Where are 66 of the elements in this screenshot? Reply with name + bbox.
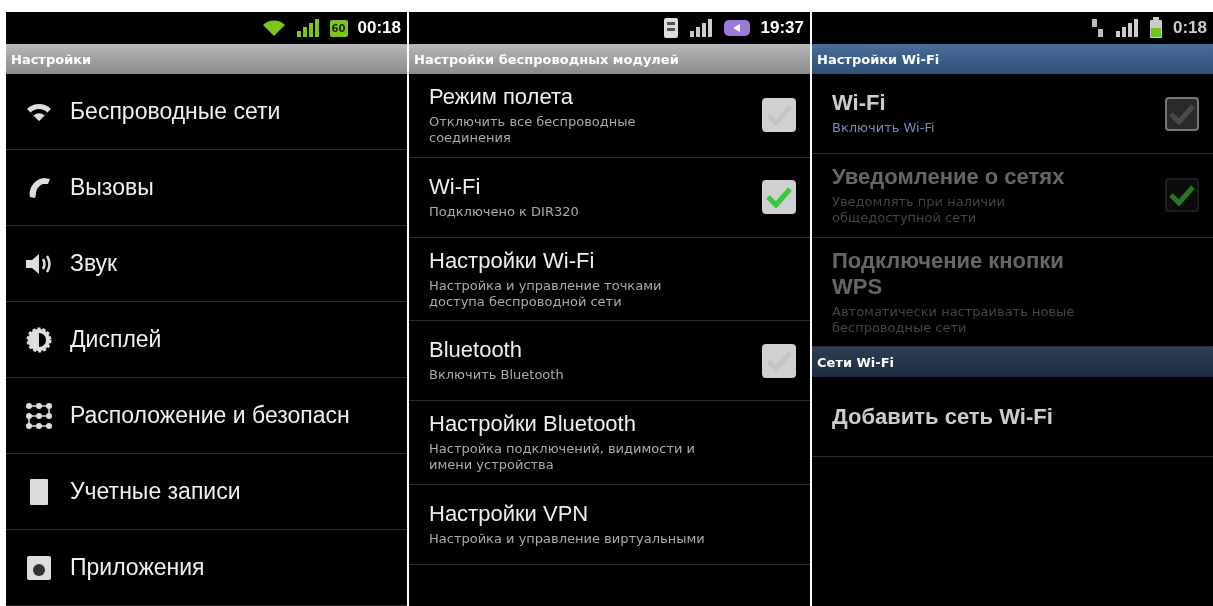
wifi-icon <box>26 101 52 122</box>
item-title: Настройки VPN <box>429 500 590 527</box>
battery-level: 60 <box>329 19 348 37</box>
device-card-icon <box>28 477 50 506</box>
item-title: Добавить сеть Wi-Fi <box>832 403 1054 430</box>
item-title: Звук <box>70 250 118 277</box>
signal-icon <box>688 18 713 38</box>
preference-item[interactable]: Wi-Fi Подключено к DIR320 <box>409 157 810 238</box>
item-title: Дисплей <box>70 326 162 353</box>
data-icon <box>1090 18 1105 38</box>
item-summary: Подключено к DIR320 <box>429 203 580 221</box>
section-title: Сети Wi-Fi <box>817 354 895 370</box>
preference-item[interactable]: Режим полета Отключить все беспроводные соединения <box>409 74 810 158</box>
item-title: Учетные записи <box>70 478 241 505</box>
item-title: Wi-Fi <box>429 173 482 200</box>
speaker-icon <box>25 252 53 275</box>
checkbox[interactable] <box>1165 96 1199 131</box>
settings-item[interactable]: Звук <box>6 226 407 302</box>
item-summary: Включить Wi-Fi <box>832 120 936 137</box>
checkbox[interactable] <box>762 343 796 378</box>
battery-icon <box>722 18 751 38</box>
screen-title: Настройки <box>11 51 92 67</box>
wifi-icon <box>261 19 286 37</box>
clock-time: 19:37 <box>760 18 804 38</box>
preference-item[interactable]: Настройки Bluetooth Настройка подключений, видимости и имени устройства <box>409 401 810 485</box>
item-summary: Уведомлять при наличии общедоступной сети <box>832 194 1006 227</box>
screen-title: Настройки беспроводных модулей <box>414 51 679 67</box>
battery-icon <box>1148 17 1163 39</box>
item-title: Wi-Fi <box>832 90 887 117</box>
grid-dots-icon <box>26 402 52 429</box>
item-title: Расположение и безопасн <box>70 402 350 429</box>
settings-item[interactable]: Учетные записи <box>6 454 407 530</box>
settings-item[interactable]: Приложения <box>6 530 407 606</box>
screen-title: Настройки Wi-Fi <box>817 51 940 67</box>
signal-icon <box>1114 18 1139 38</box>
preference-item[interactable]: Wi-Fi Включить Wi-Fi <box>812 74 1213 154</box>
checkbox[interactable] <box>762 180 796 214</box>
item-title: Подключение кнопки WPS <box>832 247 1065 300</box>
preference-item[interactable]: Добавить сеть Wi-Fi <box>812 377 1213 457</box>
item-summary: Отключить все беспроводные соединения <box>429 114 637 147</box>
item-title: Настройки Bluetooth <box>429 411 637 437</box>
preference-item[interactable]: Настройки VPN Настройка и управление виртуальными <box>409 484 810 565</box>
item-title: Настройки Wi-Fi <box>429 247 596 274</box>
item-title: Беспроводные сети <box>70 98 281 125</box>
settings-item[interactable]: Вызовы <box>6 150 407 226</box>
checkbox[interactable] <box>762 98 796 133</box>
item-title: Bluetooth <box>429 337 523 364</box>
item-summary: Настройка и управление точками доступа беспроводной сети <box>429 277 663 310</box>
signal-icon <box>295 18 320 38</box>
item-title: Вызовы <box>70 174 154 201</box>
clock-time: 0:18 <box>1172 18 1207 38</box>
settings-item[interactable]: Дисплей <box>6 302 407 378</box>
item-title: Приложения <box>70 554 205 581</box>
sim-card-icon <box>662 17 679 39</box>
clock-time: 00:18 <box>357 18 401 38</box>
item-summary: Автоматически настраивать новые беспроводные сети <box>832 303 1076 336</box>
settings-item[interactable]: Расположение и безопасн <box>6 378 407 454</box>
preference-item[interactable]: Bluetooth Включить Bluetooth <box>409 321 810 401</box>
item-summary: Настройка подключений, видимости и имени устройства <box>429 441 696 474</box>
settings-item[interactable]: Беспроводные сети <box>6 74 407 150</box>
item-summary: Включить Bluetooth <box>429 367 565 384</box>
item-title: Уведомление о сетях <box>832 164 1066 190</box>
preference-item[interactable]: Настройки Wi-Fi Настройка и управление точками доступа беспроводной сети <box>409 237 810 321</box>
item-title: Режим полета <box>429 84 574 110</box>
brightness-icon <box>26 326 52 353</box>
item-summary: Настройка и управление виртуальными <box>429 530 706 548</box>
